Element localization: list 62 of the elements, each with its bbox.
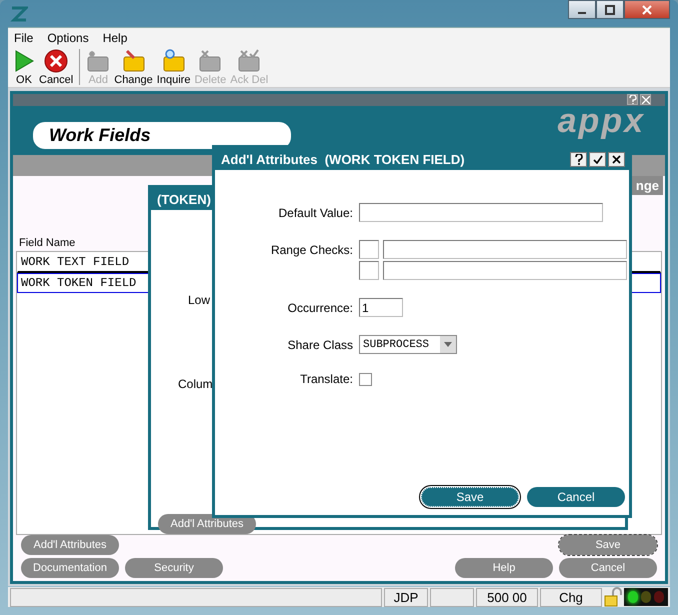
status-field: Chg	[540, 588, 602, 606]
folder-icon	[86, 48, 110, 73]
column-header: Field Name	[19, 237, 76, 249]
form-title: Work Fields	[33, 122, 291, 148]
dialog-title: (TOKEN)	[157, 192, 211, 206]
field-label: Low	[188, 293, 210, 307]
toolbar-button[interactable]: OK	[12, 48, 36, 86]
status-field: 500 00	[476, 588, 538, 606]
field-label: Translate:	[299, 372, 353, 386]
status-field: JDP	[384, 588, 428, 606]
dialog-button[interactable]: Cancel	[527, 487, 625, 507]
share-class-dropdown[interactable]: SUBPROCESS	[359, 335, 457, 354]
padlock-icon	[604, 587, 622, 607]
range-value-field[interactable]	[383, 261, 627, 280]
form-button[interactable]: Help	[455, 558, 553, 578]
menu-item[interactable]: File	[14, 30, 34, 45]
dialog-title: Add'l Attributes (WORK TOKEN FIELD)	[221, 152, 465, 166]
close-button[interactable]	[608, 152, 625, 166]
operator-field[interactable]	[359, 240, 379, 259]
play-icon	[13, 48, 35, 73]
default-value-field[interactable]	[359, 203, 603, 222]
help-button[interactable]	[570, 152, 587, 166]
question-icon	[628, 95, 636, 104]
folder-x-icon	[198, 48, 222, 73]
attributes-button[interactable]: Add'l Attributes	[158, 514, 256, 534]
field-label: Share Class	[286, 338, 353, 352]
close-icon	[642, 96, 650, 104]
toolbar-button[interactable]: Inquire	[156, 48, 192, 86]
folder-magnifier-icon	[162, 48, 186, 73]
form-button[interactable]: Documentation	[21, 558, 119, 578]
range-value-field[interactable]	[383, 240, 627, 259]
toolbar-button[interactable]: Cancel	[38, 48, 74, 86]
status-field	[430, 588, 474, 606]
field-label: Colum	[178, 377, 213, 391]
menu-item[interactable]: Help	[102, 30, 128, 45]
ok-button[interactable]	[589, 152, 606, 166]
tab-button[interactable]: nge	[632, 176, 663, 195]
maximize-icon	[605, 4, 615, 14]
occurrence-field[interactable]: 1	[359, 298, 403, 317]
menu-item[interactable]: Options	[47, 30, 89, 45]
form-button[interactable]: Security	[125, 558, 223, 578]
toolbar-button[interactable]: Change	[113, 48, 154, 86]
minimize-icon	[578, 12, 586, 14]
close-icon	[612, 154, 621, 164]
field-label: Range Checks:	[270, 243, 353, 257]
folder-pencil-icon	[122, 48, 146, 73]
minimize-button[interactable]	[568, 0, 596, 19]
question-icon	[574, 154, 582, 164]
translate-checkbox[interactable]	[359, 372, 372, 386]
form-button[interactable]: Cancel	[559, 558, 657, 578]
attributes-button[interactable]: Add'l Attributes	[21, 535, 119, 555]
field-label: Occurrence:	[286, 300, 353, 314]
close-icon	[642, 4, 652, 14]
folder-check-icon	[237, 48, 262, 73]
close-button[interactable]	[624, 0, 670, 19]
field-label: Default Value:	[278, 206, 353, 220]
operator-field[interactable]	[359, 261, 379, 280]
check-icon	[592, 154, 602, 164]
save-button[interactable]: Save	[559, 535, 657, 555]
dropdown-arrow-icon	[444, 342, 452, 347]
dialog-button[interactable]: Save	[421, 487, 519, 507]
maximize-button[interactable]	[596, 0, 624, 19]
